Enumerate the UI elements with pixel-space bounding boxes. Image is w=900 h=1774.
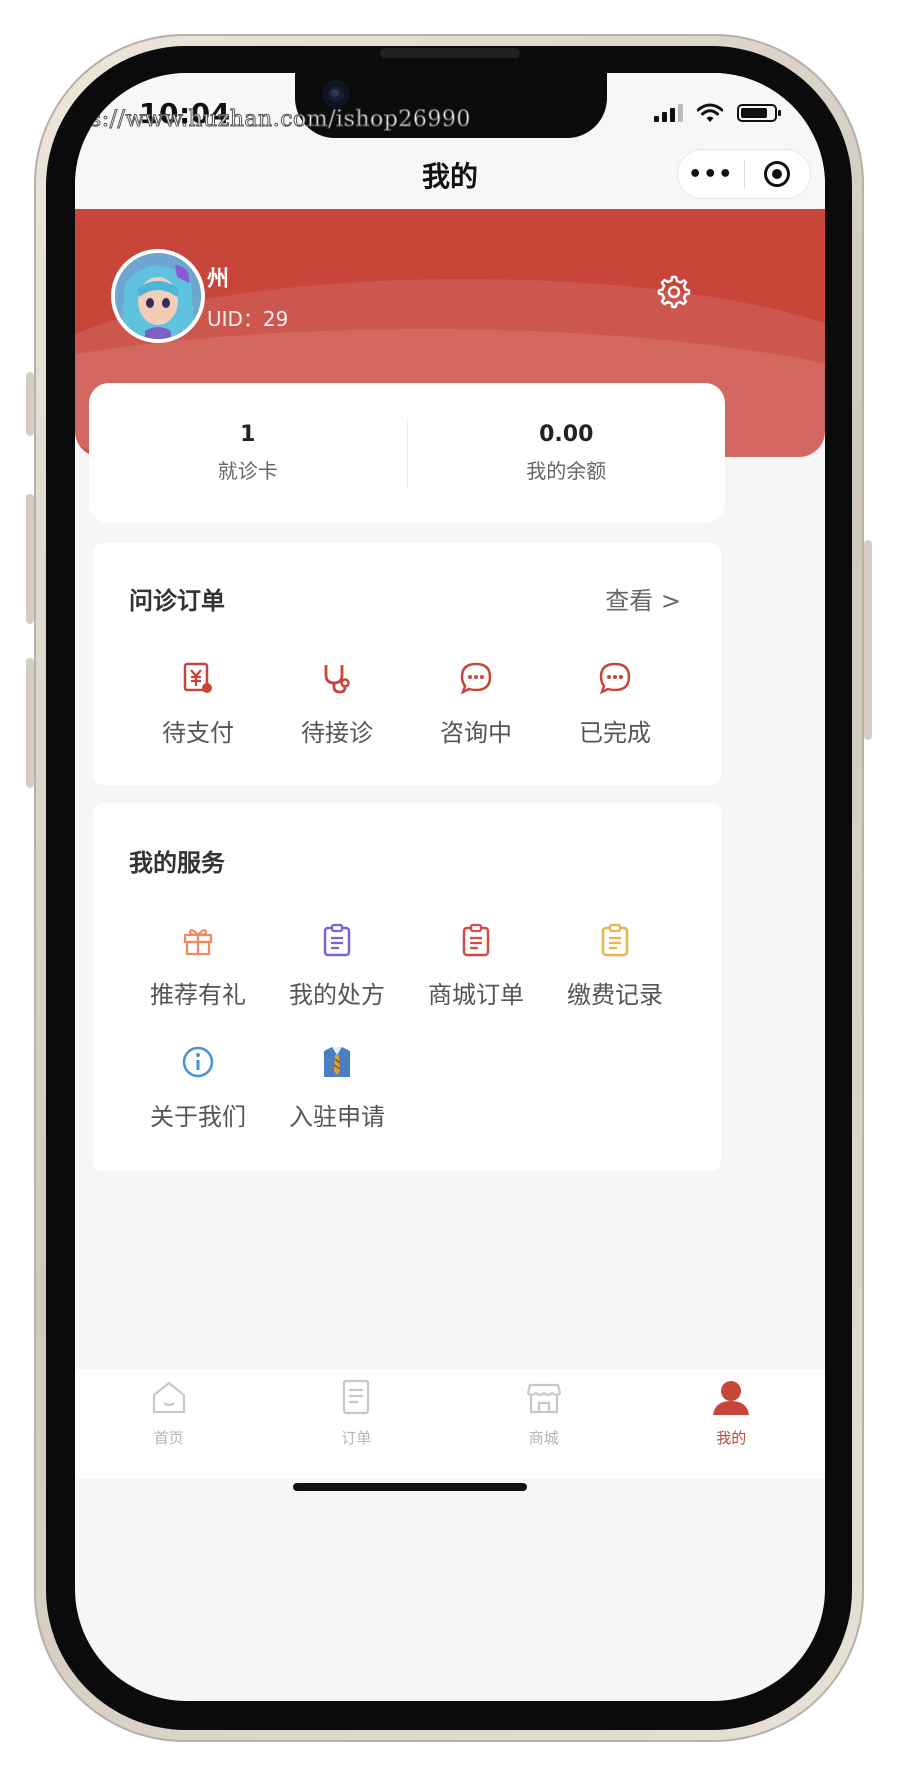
section-title: 问诊订单 (129, 587, 225, 615)
service-mall-orders[interactable]: 商城订单 (406, 923, 546, 1010)
tab-label: 商城 (528, 1429, 559, 1447)
tab-home[interactable]: 首页 (75, 1369, 263, 1479)
section-title: 我的服务 (129, 849, 225, 877)
power-button (864, 540, 872, 740)
service-label: 缴费记录 (567, 981, 663, 1009)
settings-gear-icon[interactable] (653, 271, 693, 311)
bottom-tab-bar: 首页 订单 商城 我的 (75, 1369, 825, 1479)
avatar-image (115, 253, 201, 339)
order-awaiting-consult[interactable]: 待接诊 (267, 661, 407, 748)
target-icon (764, 161, 791, 187)
clipboard-icon (601, 923, 629, 957)
service-payment-records[interactable]: 缴费记录 (545, 923, 685, 1010)
stat-medical-card[interactable]: 1 就诊卡 (89, 422, 407, 484)
clipboard-icon (323, 923, 351, 957)
order-pending-payment[interactable]: 待支付 (128, 661, 268, 748)
service-referral-gift[interactable]: 推荐有礼 (128, 923, 268, 1010)
order-completed[interactable]: 已完成 (545, 661, 685, 748)
tab-me[interactable]: 我的 (638, 1369, 826, 1479)
wifi-icon (697, 103, 723, 122)
order-status-label: 待支付 (162, 719, 234, 747)
view-all-orders-link[interactable]: 查看 > (605, 581, 681, 616)
service-my-prescription[interactable]: 我的处方 (267, 923, 407, 1010)
miniprogram-capsule: ••• (677, 149, 811, 199)
yuan-receipt-icon (183, 662, 212, 693)
service-label: 推荐有礼 (150, 981, 246, 1009)
document-icon (343, 1379, 370, 1415)
tab-label: 首页 (153, 1429, 184, 1447)
service-label: 我的处方 (289, 981, 385, 1009)
order-status-label: 待接诊 (301, 719, 373, 747)
user-uid: UID：29 (207, 307, 289, 331)
stat-value: 1 (240, 422, 256, 447)
stat-label: 我的余额 (526, 459, 607, 483)
service-settle-application[interactable]: 入驻申请 (267, 1045, 407, 1132)
volume-down-button (26, 658, 34, 788)
person-icon (713, 1381, 750, 1415)
chat-bubble-icon (599, 662, 631, 695)
chat-bubble-icon (460, 662, 492, 695)
my-services-card: 我的服务 推荐有礼 我的处方 商城订单 缴费记录 关于我们 入驻申请 (93, 803, 721, 1171)
speaker (380, 48, 520, 58)
stat-value: 0.00 (539, 422, 594, 447)
tab-label: 订单 (341, 1429, 372, 1447)
navigation-bar: 我的 ••• (75, 137, 825, 209)
avatar[interactable] (111, 249, 205, 343)
clipboard-icon (462, 923, 490, 957)
mute-switch (26, 372, 34, 436)
store-icon (526, 1383, 561, 1414)
more-icon[interactable]: ••• (678, 162, 744, 187)
stat-balance[interactable]: 0.00 我的余额 (408, 422, 726, 484)
service-label: 关于我们 (150, 1103, 246, 1131)
service-about-us[interactable]: 关于我们 (128, 1045, 268, 1132)
stat-label: 就诊卡 (217, 459, 278, 483)
tab-label: 我的 (716, 1429, 747, 1447)
consult-orders-card: 问诊订单 查看 > 待支付 待接诊 咨询中 已完成 (93, 543, 721, 785)
order-status-label: 已完成 (579, 719, 651, 747)
order-in-consultation[interactable]: 咨询中 (406, 661, 546, 748)
user-name: 州 (207, 267, 230, 292)
stethoscope-icon (324, 665, 350, 694)
battery-icon (737, 104, 781, 122)
tab-orders[interactable]: 订单 (263, 1369, 451, 1479)
tab-mall[interactable]: 商城 (450, 1369, 638, 1479)
service-label: 商城订单 (428, 981, 524, 1009)
close-miniprogram-button[interactable] (745, 161, 811, 187)
home-icon (152, 1381, 185, 1414)
gift-icon (183, 928, 213, 956)
front-camera (322, 80, 350, 108)
signal-icon (654, 104, 683, 122)
home-indicator (293, 1483, 527, 1491)
order-status-label: 咨询中 (440, 719, 512, 747)
status-icons (654, 103, 781, 123)
watermark-url: https://www.huzhan.com/ishop26990 (75, 107, 471, 133)
info-icon (182, 1046, 214, 1078)
stats-card: 1 就诊卡 0.00 我的余额 (89, 383, 725, 523)
screen: 10:04 https://www.huzhan.com/ishop26990 … (75, 73, 825, 1701)
service-label: 入驻申请 (289, 1103, 385, 1131)
volume-up-button (26, 494, 34, 624)
shirt-tie-icon (324, 1047, 350, 1077)
